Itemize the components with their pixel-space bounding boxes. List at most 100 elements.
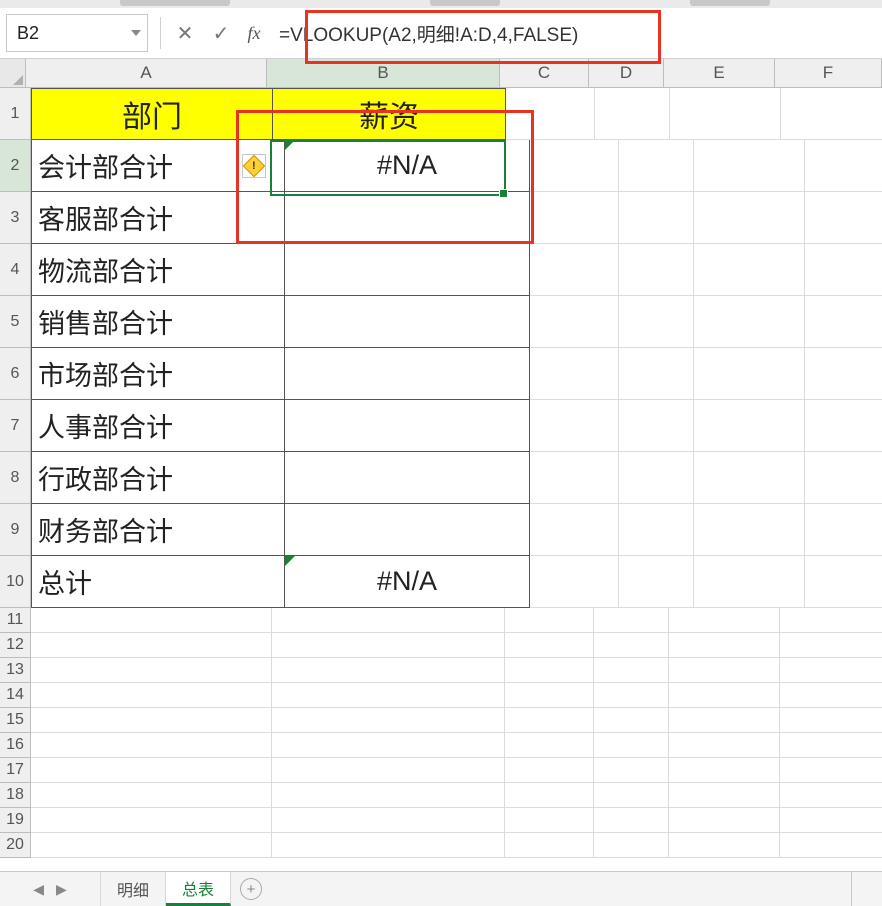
cell-A8[interactable]: 行政部合计 xyxy=(31,452,285,504)
cell[interactable] xyxy=(669,683,780,708)
cell[interactable] xyxy=(530,244,619,296)
cell[interactable] xyxy=(619,452,694,504)
row-header[interactable]: 6 xyxy=(0,348,31,400)
select-all-corner[interactable] xyxy=(0,59,26,87)
cell[interactable] xyxy=(670,88,781,140)
row-header[interactable]: 3 xyxy=(0,192,31,244)
cell[interactable] xyxy=(31,708,272,733)
row-header[interactable]: 2 xyxy=(0,140,31,192)
formula-input[interactable] xyxy=(269,15,882,51)
cell[interactable] xyxy=(619,348,694,400)
cell[interactable] xyxy=(530,192,619,244)
row-header[interactable]: 15 xyxy=(0,708,31,733)
row-header[interactable]: 16 xyxy=(0,733,31,758)
row-header[interactable]: 12 xyxy=(0,633,31,658)
cell[interactable] xyxy=(805,556,882,608)
column-header-D[interactable]: D xyxy=(589,59,664,87)
cell[interactable] xyxy=(31,783,272,808)
cell[interactable] xyxy=(272,683,505,708)
cell[interactable] xyxy=(31,633,272,658)
horizontal-scroll-stub[interactable] xyxy=(851,872,882,906)
cell[interactable] xyxy=(780,683,882,708)
cell-B9[interactable] xyxy=(285,504,530,556)
cell[interactable] xyxy=(505,808,594,833)
cell[interactable] xyxy=(805,400,882,452)
cell-B4[interactable] xyxy=(285,244,530,296)
cell[interactable] xyxy=(530,556,619,608)
cell[interactable] xyxy=(780,808,882,833)
cell[interactable] xyxy=(669,658,780,683)
row-header[interactable]: 7 xyxy=(0,400,31,452)
cell[interactable] xyxy=(805,244,882,296)
cell[interactable] xyxy=(780,783,882,808)
cell[interactable] xyxy=(31,658,272,683)
cell[interactable] xyxy=(31,833,272,858)
cell-A3[interactable]: 客服部合计 xyxy=(31,192,285,244)
cell[interactable] xyxy=(669,633,780,658)
cell-A10[interactable]: 总计 xyxy=(31,556,285,608)
cell[interactable] xyxy=(694,348,805,400)
row-header[interactable]: 10 xyxy=(0,556,31,608)
cell[interactable] xyxy=(505,733,594,758)
cell[interactable] xyxy=(780,633,882,658)
column-header-C[interactable]: C xyxy=(500,59,589,87)
cell-A6[interactable]: 市场部合计 xyxy=(31,348,285,400)
cell[interactable] xyxy=(272,808,505,833)
cell[interactable] xyxy=(272,833,505,858)
column-header-A[interactable]: A xyxy=(26,59,267,87)
cell[interactable] xyxy=(805,452,882,504)
cell[interactable] xyxy=(619,504,694,556)
cell[interactable] xyxy=(619,244,694,296)
cell-B1[interactable]: 薪资 xyxy=(273,88,506,140)
cell[interactable] xyxy=(805,192,882,244)
cell[interactable] xyxy=(31,608,272,633)
cell[interactable] xyxy=(505,633,594,658)
cell[interactable] xyxy=(805,296,882,348)
cell[interactable] xyxy=(31,758,272,783)
cell[interactable] xyxy=(594,608,669,633)
sheet-nav[interactable]: ◀ ▶ xyxy=(0,872,101,906)
cell[interactable] xyxy=(780,758,882,783)
cell[interactable] xyxy=(780,658,882,683)
row-header[interactable]: 11 xyxy=(0,608,31,633)
cell[interactable] xyxy=(530,296,619,348)
cell[interactable] xyxy=(781,88,882,140)
cell[interactable] xyxy=(594,683,669,708)
spreadsheet-grid[interactable]: 1 部门 薪资 2 会计部合计 #N/A 3 客服部合计 xyxy=(0,88,882,858)
sheet-tab-active[interactable]: 总表 xyxy=(166,872,231,906)
cell-B6[interactable] xyxy=(285,348,530,400)
cell[interactable] xyxy=(619,400,694,452)
row-header[interactable]: 13 xyxy=(0,658,31,683)
cell[interactable] xyxy=(805,504,882,556)
cell[interactable] xyxy=(669,708,780,733)
cell[interactable] xyxy=(669,733,780,758)
cell[interactable] xyxy=(594,783,669,808)
cell[interactable] xyxy=(694,400,805,452)
cell[interactable] xyxy=(505,758,594,783)
row-header[interactable]: 14 xyxy=(0,683,31,708)
cell[interactable] xyxy=(272,633,505,658)
cell[interactable] xyxy=(505,783,594,808)
cell[interactable] xyxy=(619,556,694,608)
fx-icon[interactable]: fx xyxy=(239,23,269,44)
cell[interactable] xyxy=(505,658,594,683)
cell-B7[interactable] xyxy=(285,400,530,452)
cell[interactable] xyxy=(594,733,669,758)
cell[interactable] xyxy=(31,683,272,708)
cell-A9[interactable]: 财务部合计 xyxy=(31,504,285,556)
cell[interactable] xyxy=(694,192,805,244)
cell[interactable] xyxy=(694,140,805,192)
cell[interactable] xyxy=(530,504,619,556)
cell[interactable] xyxy=(694,296,805,348)
cell[interactable] xyxy=(594,633,669,658)
cell[interactable] xyxy=(530,348,619,400)
cell[interactable] xyxy=(594,658,669,683)
row-header[interactable]: 20 xyxy=(0,833,31,858)
column-header-F[interactable]: F xyxy=(775,59,882,87)
cell[interactable] xyxy=(272,608,505,633)
enter-formula-button[interactable]: ✓ xyxy=(203,15,239,51)
cell[interactable] xyxy=(619,192,694,244)
cell[interactable] xyxy=(594,833,669,858)
cell[interactable] xyxy=(694,244,805,296)
cell[interactable] xyxy=(272,758,505,783)
